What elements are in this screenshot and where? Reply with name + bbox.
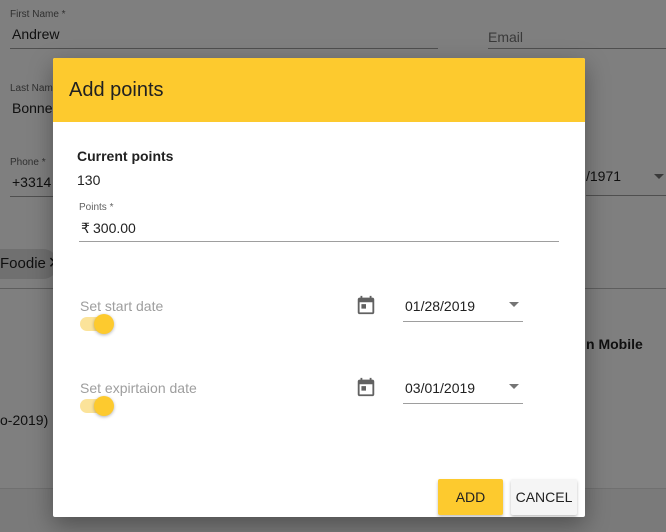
points-input[interactable]: 300.00 bbox=[93, 220, 136, 236]
expiration-date-toggle[interactable] bbox=[80, 396, 114, 416]
expiration-date-value: 03/01/2019 bbox=[405, 380, 476, 396]
start-date-value: 01/28/2019 bbox=[405, 298, 476, 314]
add-button[interactable]: ADD bbox=[438, 479, 503, 515]
expiration-date-select[interactable]: 03/01/2019 bbox=[403, 370, 523, 404]
expiration-date-label: Set expirtaion date bbox=[80, 380, 197, 396]
points-label: Points * bbox=[79, 202, 114, 213]
dialog-header: Add points bbox=[53, 58, 585, 122]
add-points-dialog: Add points Current points 130 Points * ₹… bbox=[53, 58, 585, 517]
points-field[interactable]: Points * ₹ 300.00 bbox=[79, 202, 559, 242]
start-date-label: Set start date bbox=[80, 298, 164, 314]
points-underline bbox=[79, 241, 559, 242]
start-date-select[interactable]: 01/28/2019 bbox=[403, 288, 523, 322]
start-date-row: Set start date 01/28/2019 bbox=[77, 288, 557, 334]
start-date-underline bbox=[403, 321, 523, 322]
toggle-thumb bbox=[94, 396, 114, 416]
toggle-thumb bbox=[94, 314, 114, 334]
calendar-icon[interactable] bbox=[355, 294, 377, 316]
current-points-value: 130 bbox=[77, 172, 101, 188]
dialog-title: Add points bbox=[69, 78, 164, 101]
expiration-date-underline bbox=[403, 403, 523, 404]
chevron-down-icon bbox=[509, 384, 519, 389]
currency-symbol: ₹ bbox=[81, 220, 90, 236]
chevron-down-icon bbox=[509, 302, 519, 307]
calendar-icon[interactable] bbox=[355, 376, 377, 398]
current-points-label: Current points bbox=[77, 148, 174, 164]
start-date-toggle[interactable] bbox=[80, 314, 114, 334]
dialog-body: Current points 130 Points * ₹ 300.00 Set… bbox=[53, 122, 585, 517]
cancel-button[interactable]: CANCEL bbox=[511, 479, 577, 515]
expiration-date-row: Set expirtaion date 03/01/2019 bbox=[77, 370, 557, 416]
